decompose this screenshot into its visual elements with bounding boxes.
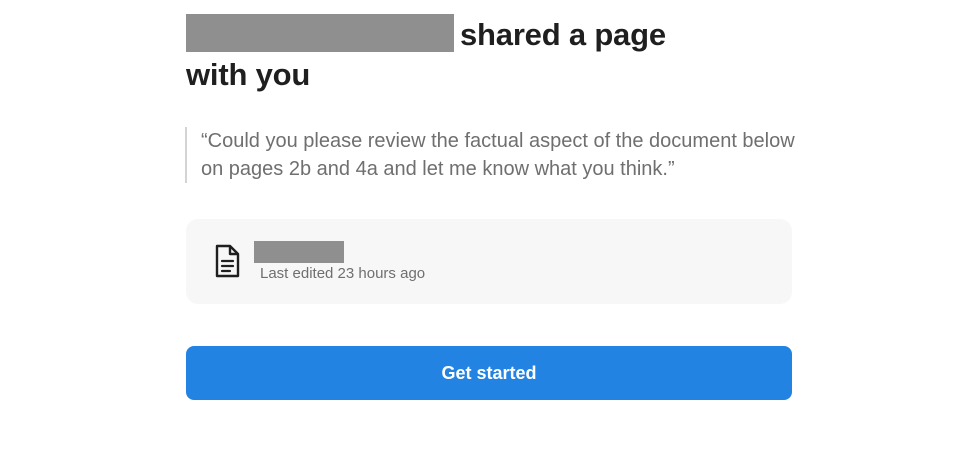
document-icon (213, 243, 241, 279)
invite-message-quote: “Could you please review the factual asp… (185, 127, 801, 183)
get-started-button[interactable]: Get started (186, 346, 792, 400)
headline-text: shared a page (460, 17, 666, 52)
share-invite-page: shared a page with you “Could you please… (0, 0, 980, 450)
redacted-sender-name (186, 14, 454, 52)
page-title: shared a page with you (186, 14, 746, 95)
document-last-edited: Last edited 23 hours ago (260, 265, 426, 282)
redacted-document-title (254, 241, 344, 263)
shared-document-card[interactable]: Last edited 23 hours ago (186, 219, 792, 304)
headline-text-line2: with you (186, 57, 311, 92)
